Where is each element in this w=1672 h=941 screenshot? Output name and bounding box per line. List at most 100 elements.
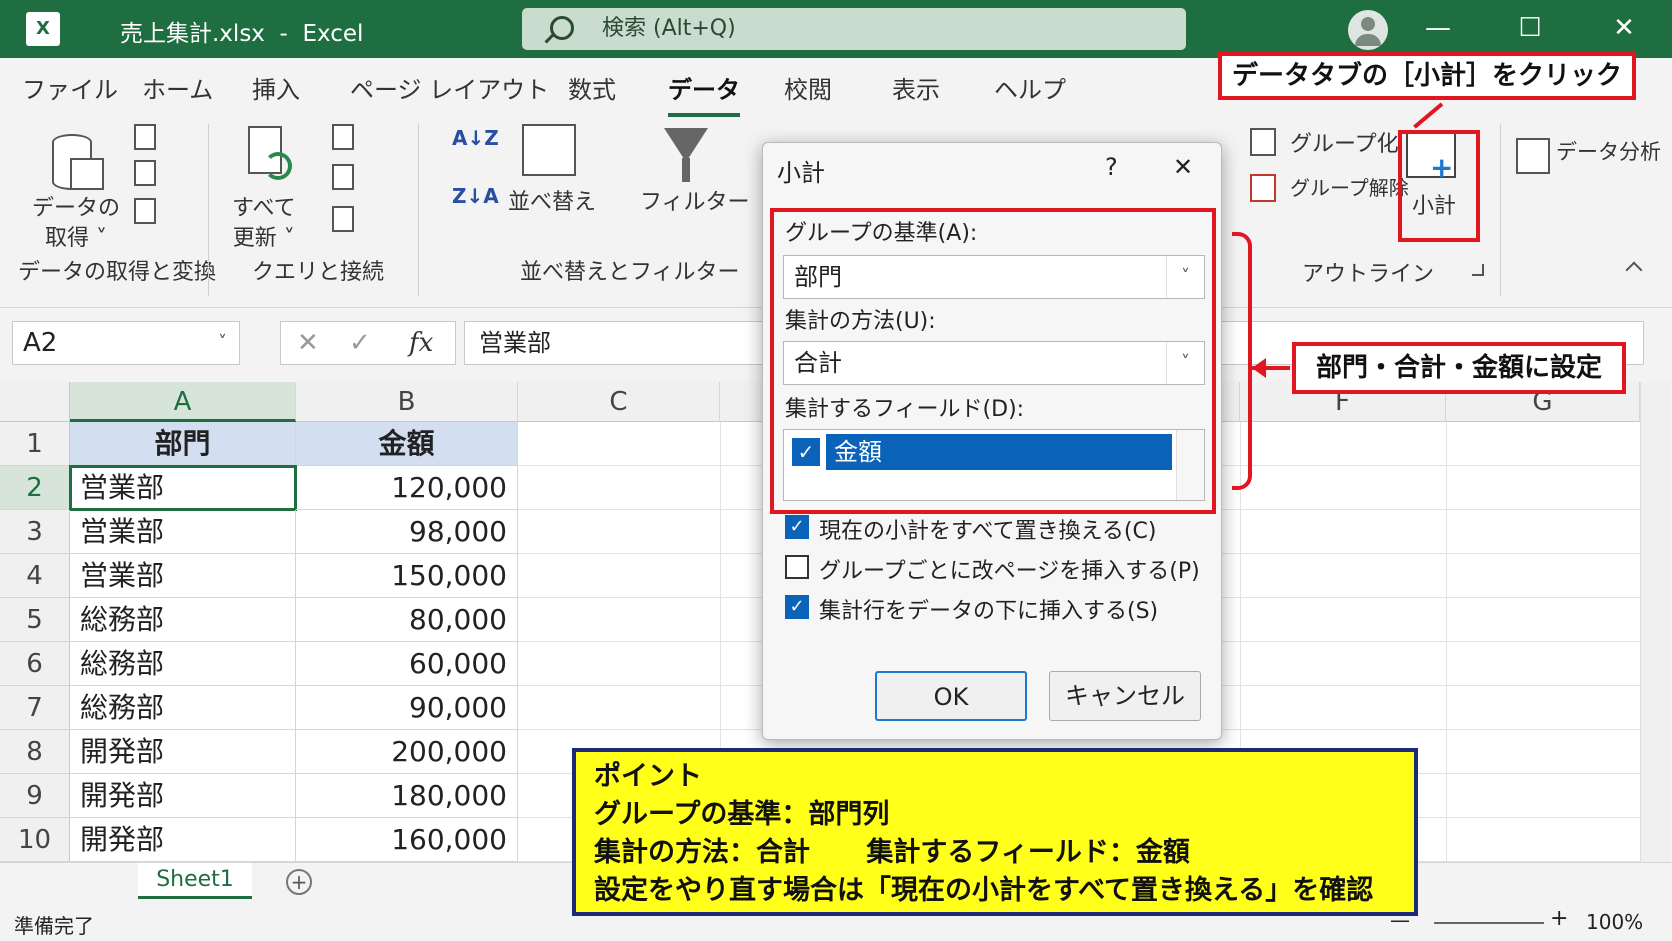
- formula-buttons: ✕ ✓ fx: [280, 321, 456, 365]
- cell-b[interactable]: 120,000: [296, 466, 518, 510]
- zoom-level[interactable]: 100%: [1586, 910, 1643, 934]
- edit-links-icon[interactable]: [332, 206, 354, 232]
- tab-file[interactable]: ファイル: [22, 70, 118, 105]
- cell-b[interactable]: 90,000: [296, 686, 518, 730]
- tab-view[interactable]: 表示: [892, 70, 940, 105]
- ribbon-separator: [418, 124, 419, 296]
- row-header[interactable]: 7: [0, 686, 70, 730]
- tab-formulas[interactable]: 数式: [568, 70, 616, 105]
- callout-set-fields: 部門・合計・金額に設定: [1292, 342, 1626, 394]
- cell-a[interactable]: 営業部: [70, 554, 296, 598]
- add-sheet-button[interactable]: +: [286, 869, 312, 895]
- cell-b[interactable]: 200,000: [296, 730, 518, 774]
- row-header[interactable]: 6: [0, 642, 70, 686]
- point-title: ポイント: [594, 761, 702, 792]
- cell-a[interactable]: 開発部: [70, 730, 296, 774]
- cell-a[interactable]: 営業部: [69, 465, 297, 511]
- page-break-checkbox[interactable]: [785, 555, 809, 579]
- sheet-tab-sheet1[interactable]: Sheet1: [138, 863, 252, 899]
- cell-b[interactable]: 180,000: [296, 774, 518, 818]
- ungroup-button[interactable]: グループ解除: [1290, 172, 1409, 201]
- refresh-all-button[interactable]: すべて 更新 ˅: [232, 194, 296, 254]
- vertical-scrollbar[interactable]: [1640, 382, 1670, 862]
- insert-function-icon[interactable]: fx: [409, 322, 433, 364]
- title-bar: X 売上集計.xlsx - Excel 検索 (Alt+Q) — ☐ ✕: [0, 0, 1672, 58]
- row-header[interactable]: 3: [0, 510, 70, 554]
- select-all-corner[interactable]: [0, 382, 70, 422]
- cell-a[interactable]: 営業部: [70, 510, 296, 554]
- cell-a[interactable]: 開発部: [70, 774, 296, 818]
- ok-button[interactable]: OK: [875, 671, 1027, 721]
- dialog-title: 小計: [777, 159, 825, 187]
- tab-page-layout[interactable]: ページ レイアウト: [350, 70, 549, 105]
- point-line-group-by: グループの基準：部門列: [594, 799, 890, 830]
- row-header[interactable]: 10: [0, 818, 70, 862]
- enter-formula-icon[interactable]: ✓: [349, 322, 371, 364]
- name-box[interactable]: A2 ˅: [12, 321, 240, 365]
- column-header-c[interactable]: C: [518, 382, 720, 422]
- column-header-b[interactable]: B: [296, 382, 518, 422]
- cell-b[interactable]: 金額: [296, 422, 518, 466]
- sort-ascending-button[interactable]: A↓Z: [452, 128, 499, 148]
- point-line-method: 集計の方法：合計 集計するフィールド：金額: [594, 837, 1190, 868]
- cell-a[interactable]: 部門: [70, 422, 296, 466]
- replace-current-checkbox[interactable]: ✓: [785, 515, 809, 539]
- row-header[interactable]: 9: [0, 774, 70, 818]
- ungroup-icon: [1250, 174, 1276, 202]
- tab-insert[interactable]: 挿入: [252, 70, 300, 105]
- cell-a[interactable]: 総務部: [70, 686, 296, 730]
- user-avatar[interactable]: [1348, 10, 1388, 50]
- from-web-icon[interactable]: [134, 160, 156, 186]
- sort-button[interactable]: 並べ替え: [508, 184, 596, 216]
- cell-b[interactable]: 80,000: [296, 598, 518, 642]
- filter-button[interactable]: フィルター: [640, 184, 750, 216]
- search-box[interactable]: 検索 (Alt+Q): [522, 8, 1186, 50]
- cell-b[interactable]: 98,000: [296, 510, 518, 554]
- from-text-icon[interactable]: [134, 124, 156, 150]
- from-table-icon[interactable]: [134, 198, 156, 224]
- help-button[interactable]: ?: [1105, 153, 1118, 181]
- group-label-get-transform: データの取得と変換: [18, 260, 217, 285]
- group-button[interactable]: グループ化: [1290, 126, 1399, 158]
- row-header[interactable]: 5: [0, 598, 70, 642]
- close-button[interactable]: ✕: [1600, 8, 1648, 48]
- subtotal-highlight-box: [1398, 130, 1480, 242]
- settings-bracket: [1232, 232, 1252, 490]
- collapse-ribbon-icon[interactable]: [1625, 261, 1643, 279]
- cell-a[interactable]: 総務部: [70, 642, 296, 686]
- cancel-button[interactable]: キャンセル: [1049, 671, 1201, 721]
- zoom-in-button[interactable]: +: [1550, 906, 1568, 931]
- column-header-a[interactable]: A: [70, 382, 296, 422]
- dialog-close-button[interactable]: ✕: [1173, 153, 1193, 181]
- tab-help[interactable]: ヘルプ: [994, 70, 1066, 105]
- row-header[interactable]: 2: [0, 466, 70, 510]
- search-icon: [550, 16, 574, 40]
- tab-home[interactable]: ホーム: [142, 70, 213, 105]
- maximize-button[interactable]: ☐: [1506, 8, 1554, 48]
- sort-descending-button[interactable]: Z↓A: [452, 184, 499, 208]
- cell-a[interactable]: 総務部: [70, 598, 296, 642]
- row-header[interactable]: 8: [0, 730, 70, 774]
- row-header[interactable]: 1: [0, 422, 70, 466]
- cell-b[interactable]: 160,000: [296, 818, 518, 862]
- cell-b[interactable]: 60,000: [296, 642, 518, 686]
- tab-review[interactable]: 校閲: [784, 70, 832, 105]
- cell-b[interactable]: 150,000: [296, 554, 518, 598]
- data-analysis-button[interactable]: データ分析: [1556, 136, 1661, 166]
- zoom-slider[interactable]: [1434, 922, 1544, 924]
- dialog-launcher-icon[interactable]: [1472, 264, 1484, 276]
- queries-icon[interactable]: [332, 124, 354, 150]
- ribbon-separator: [208, 124, 209, 296]
- row-header[interactable]: 4: [0, 554, 70, 598]
- refresh-arrow-icon: [264, 152, 292, 180]
- minimize-button[interactable]: —: [1414, 8, 1462, 48]
- group-label-sort-filter: 並べ替えとフィルター: [520, 260, 740, 285]
- get-data-button[interactable]: データの 取得 ˅: [32, 194, 120, 254]
- cancel-formula-icon[interactable]: ✕: [297, 322, 319, 364]
- properties-icon[interactable]: [332, 164, 354, 190]
- group-label-queries: クエリと接続: [252, 260, 385, 285]
- tab-data[interactable]: データ: [668, 70, 740, 117]
- summary-below-checkbox[interactable]: ✓: [785, 595, 809, 619]
- settings-highlight-box: [770, 208, 1216, 514]
- cell-a[interactable]: 開発部: [70, 818, 296, 862]
